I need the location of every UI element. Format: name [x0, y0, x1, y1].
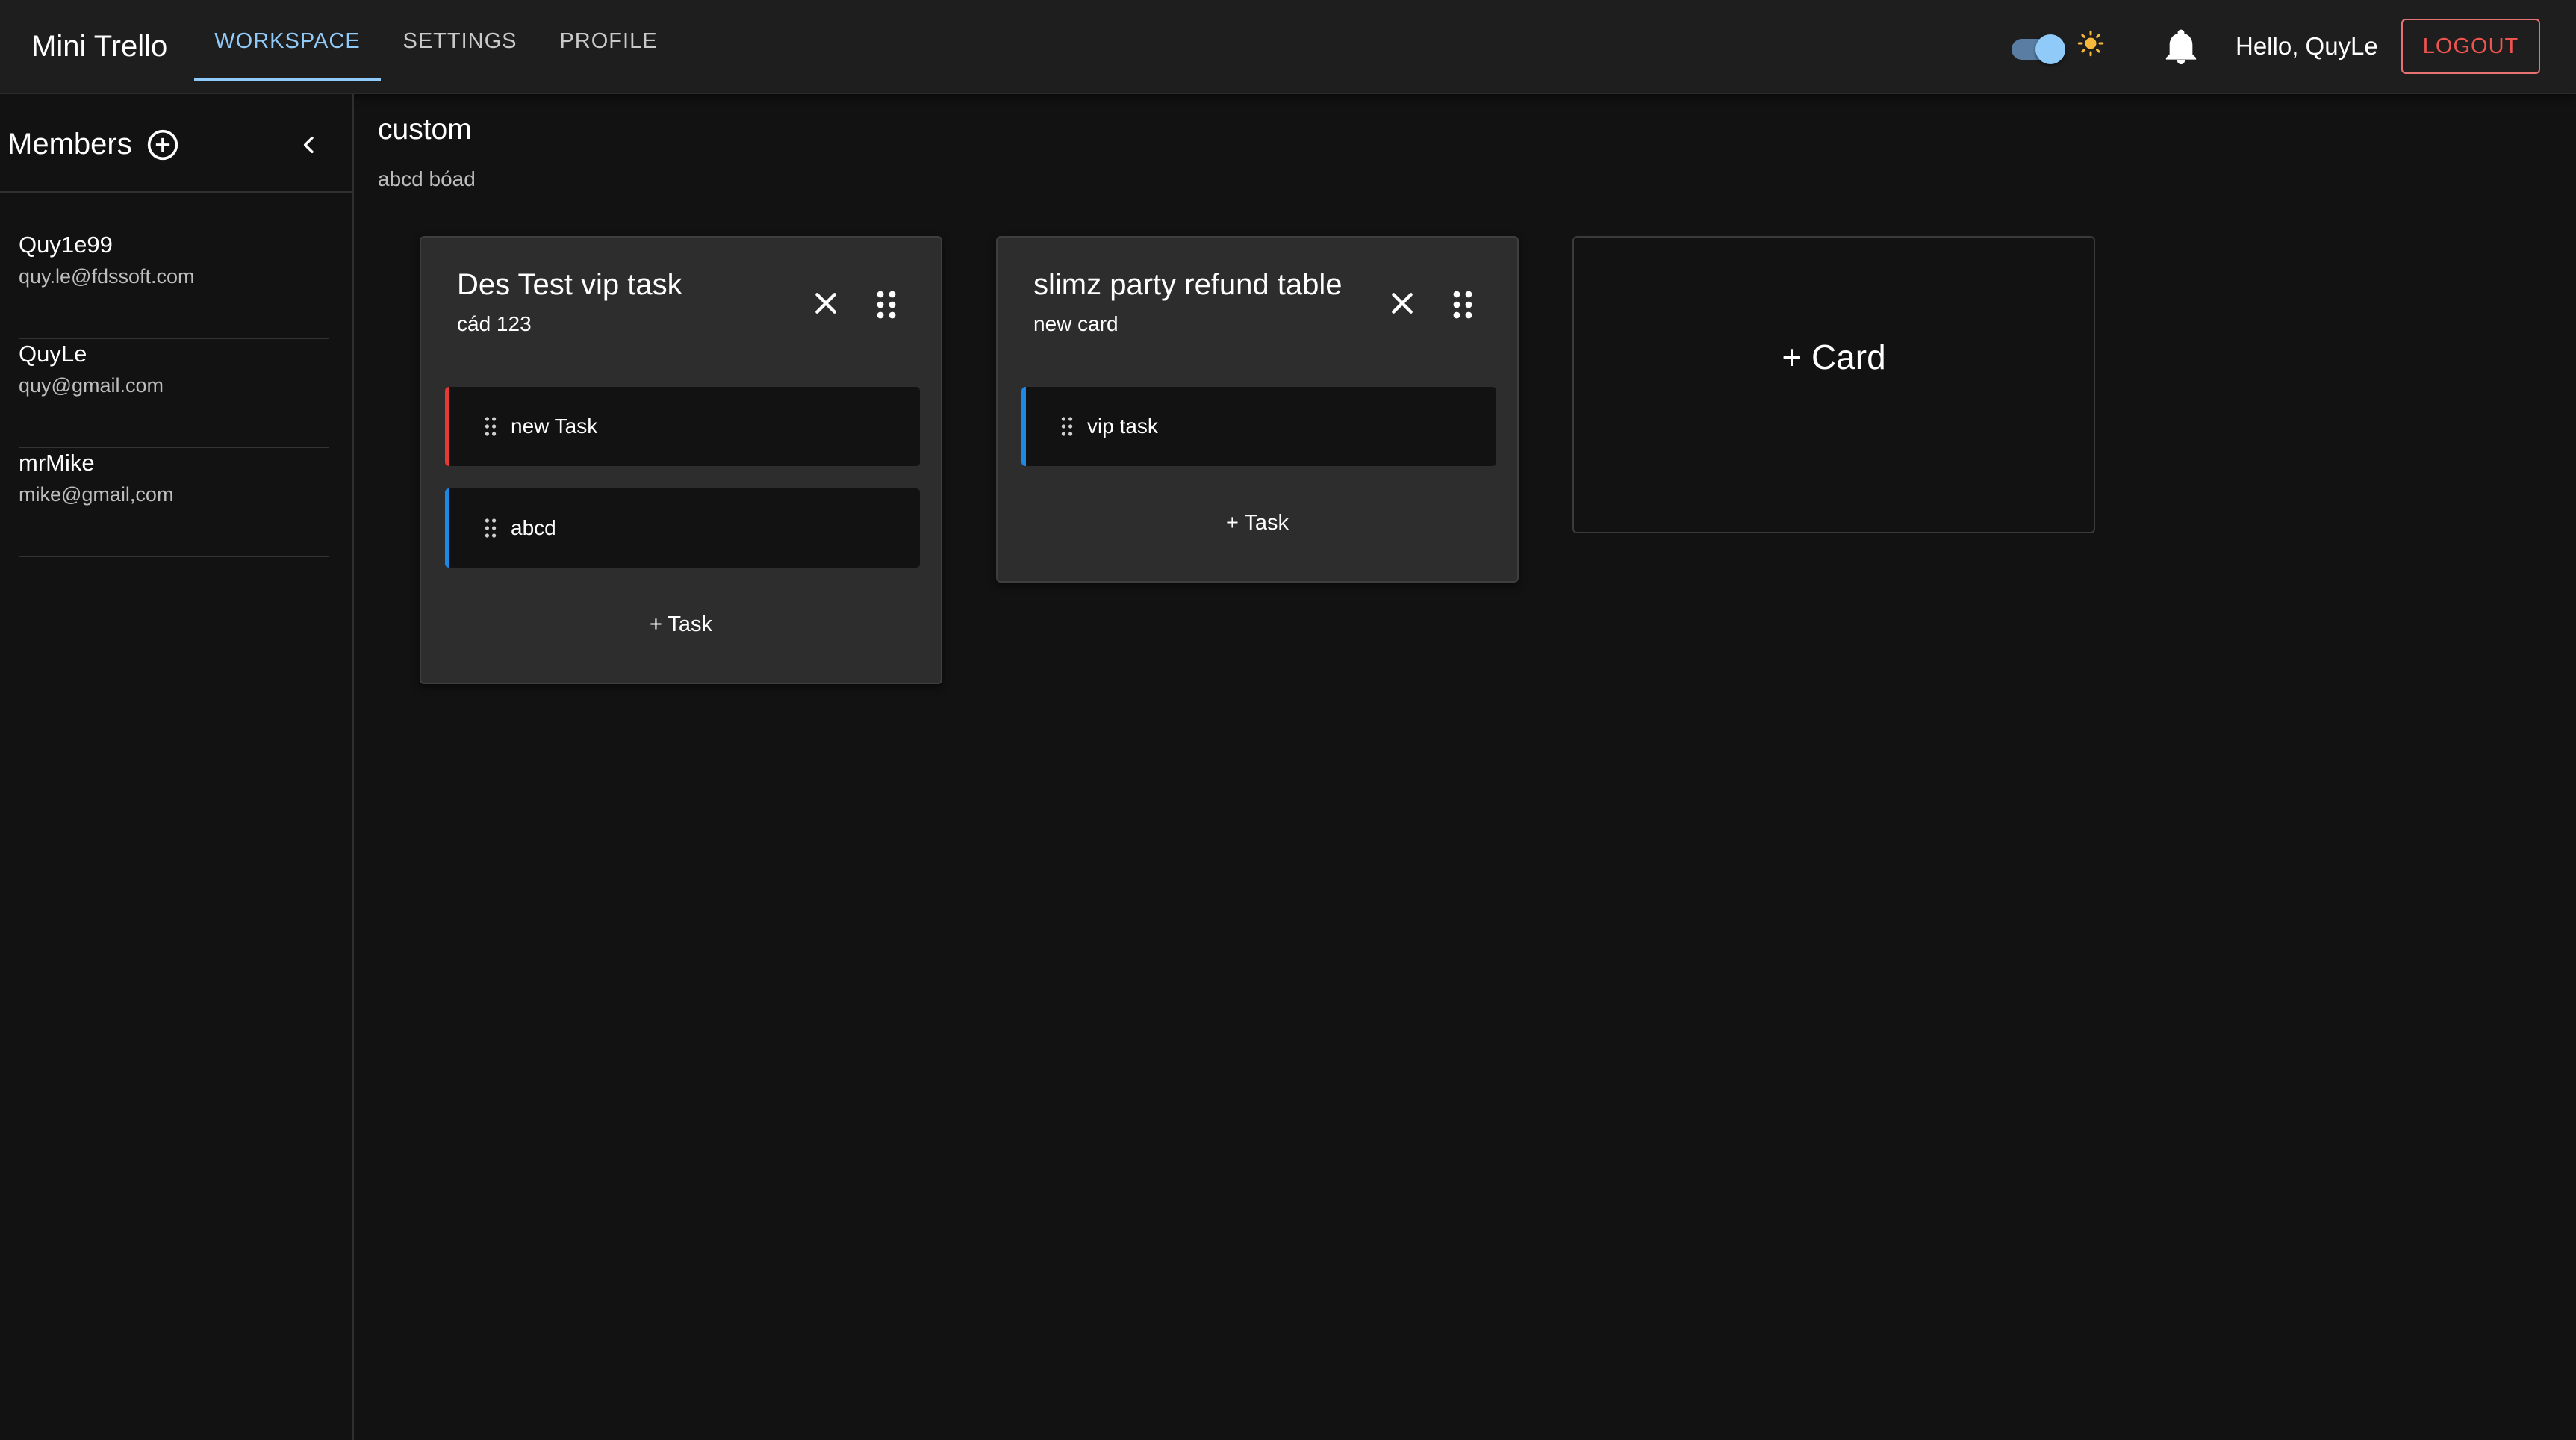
card-subtitle: cád 123 — [457, 312, 532, 335]
drag-handle-icon[interactable] — [1060, 415, 1074, 438]
task-label: new Task — [511, 415, 598, 438]
plus-circle-icon[interactable] — [146, 128, 179, 161]
member-email: quy@gmail.com — [19, 374, 164, 397]
drag-handle-icon[interactable] — [484, 517, 497, 539]
sidebar-header: Members — [0, 94, 352, 193]
add-card-label: + Card — [1782, 338, 1886, 376]
close-icon[interactable] — [811, 288, 841, 318]
card-title: slimz party refund table — [1033, 268, 1343, 301]
card: Des Test vip task cád 123 new Task abcd … — [420, 236, 942, 684]
task-accent-bar — [445, 488, 449, 568]
add-task-button[interactable]: + Task — [998, 500, 1517, 545]
board-title: custom — [378, 114, 472, 146]
member-name: QuyLe — [19, 341, 87, 367]
board-description: abcd bóad — [378, 167, 476, 190]
drag-handle-icon[interactable] — [484, 415, 497, 438]
task-label: abcd — [511, 516, 556, 539]
add-card-button[interactable]: + Card — [1572, 236, 2095, 533]
close-icon[interactable] — [1387, 288, 1417, 318]
member-name: mrMike — [19, 450, 95, 476]
task-label: vip task — [1087, 415, 1158, 438]
member-email: mike@gmail,com — [19, 483, 174, 506]
bell-icon[interactable] — [2164, 28, 2198, 66]
task-item[interactable]: new Task — [445, 387, 920, 466]
drag-handle-icon[interactable] — [1452, 290, 1474, 320]
task-item[interactable]: abcd — [445, 488, 920, 568]
members-title: Members — [7, 128, 132, 161]
members-sidebar: Members Quy1e99 quy.le@fdssoft.com QuyLe… — [0, 94, 354, 1440]
tab-workspace[interactable]: WORKSPACE — [194, 0, 381, 82]
app-bar: Mini Trello WORKSPACE SETTINGS PROFILE H… — [0, 0, 2576, 94]
member-email: quy.le@fdssoft.com — [19, 265, 195, 288]
member-item[interactable]: QuyLe quy@gmail.com — [19, 339, 329, 448]
sun-icon — [2077, 30, 2104, 57]
member-item[interactable]: Quy1e99 quy.le@fdssoft.com — [19, 230, 329, 339]
add-task-button[interactable]: + Task — [421, 602, 941, 647]
drag-handle-icon[interactable] — [875, 290, 897, 320]
tab-settings[interactable]: SETTINGS — [391, 0, 529, 82]
chevron-left-icon[interactable] — [297, 133, 321, 157]
card-title: Des Test vip task — [457, 268, 682, 301]
card: slimz party refund table new card vip ta… — [996, 236, 1519, 583]
tab-profile[interactable]: PROFILE — [545, 0, 672, 82]
task-accent-bar — [1021, 387, 1026, 466]
card-subtitle: new card — [1033, 312, 1119, 335]
member-name: Quy1e99 — [19, 232, 113, 258]
member-item[interactable]: mrMike mike@gmail,com — [19, 448, 329, 557]
theme-toggle[interactable] — [2009, 33, 2065, 64]
logout-button[interactable]: LOGOUT — [2401, 19, 2540, 74]
user-greeting: Hello, QuyLe — [2236, 32, 2378, 60]
app-title[interactable]: Mini Trello — [31, 25, 167, 67]
task-item[interactable]: vip task — [1021, 387, 1496, 466]
toggle-thumb — [2035, 34, 2065, 64]
task-accent-bar — [445, 387, 449, 466]
active-tab-indicator — [194, 78, 381, 81]
